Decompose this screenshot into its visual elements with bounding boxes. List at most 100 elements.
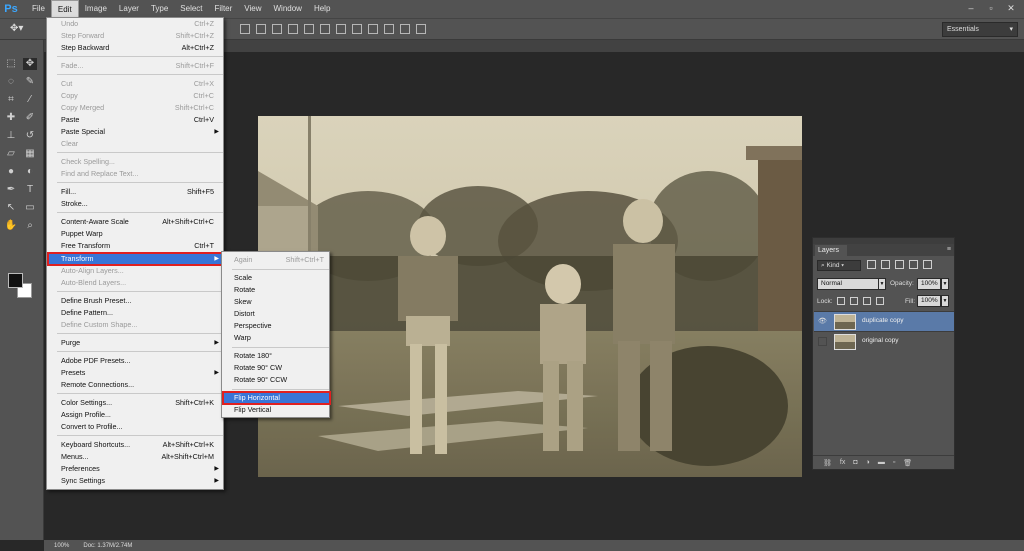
maximize-button[interactable]: ▫ <box>982 2 1000 15</box>
menu-item-fill[interactable]: Fill... Shift+F5 <box>48 186 224 198</box>
menu-item-puppet-warp[interactable]: Puppet Warp <box>48 228 224 240</box>
distribute-hcenter-icon[interactable] <box>400 24 410 34</box>
align-right-icon[interactable] <box>320 24 330 34</box>
menu-item-skew[interactable]: Skew <box>223 296 330 308</box>
menu-select[interactable]: Select <box>174 0 208 18</box>
trash-icon[interactable]: 🗑 <box>903 459 912 467</box>
menu-item-sync-settings[interactable]: Sync Settings ▶ <box>48 475 224 487</box>
menu-file[interactable]: File <box>26 0 51 18</box>
menu-item-convert-profile[interactable]: Convert to Profile... <box>48 421 224 433</box>
lasso-tool-icon[interactable]: ◌ <box>4 76 18 88</box>
align-vcenter-icon[interactable] <box>256 24 266 34</box>
menu-view[interactable]: View <box>238 0 267 18</box>
menu-type[interactable]: Type <box>145 0 174 18</box>
menu-item-find-replace[interactable]: Find and Replace Text... <box>48 168 224 180</box>
menu-item-copy[interactable]: Copy Ctrl+C <box>48 90 224 102</box>
tab-layers[interactable]: Layers <box>815 245 847 256</box>
new-layer-icon[interactable]: ▫ <box>893 459 895 466</box>
crop-tool-icon[interactable]: ⌗ <box>4 94 18 106</box>
move-tool-icon[interactable]: ✥ <box>23 58 37 70</box>
filter-pixel-icon[interactable] <box>867 260 876 269</box>
menu-item-undo[interactable]: Undo Ctrl+Z <box>48 18 224 30</box>
visibility-toggle[interactable] <box>818 337 827 346</box>
menu-item-paste[interactable]: Paste Ctrl+V <box>48 114 224 126</box>
stamp-tool-icon[interactable]: ⊥ <box>4 130 18 142</box>
opacity-input[interactable]: 100% <box>917 278 941 290</box>
menu-item-transform[interactable]: Transform ▶ <box>47 252 225 266</box>
menu-item-purge[interactable]: Purge ▶ <box>48 337 224 349</box>
menu-item-remote-connections[interactable]: Remote Connections... <box>48 379 224 391</box>
distribute-vcenter-icon[interactable] <box>352 24 362 34</box>
fill-chevron-icon[interactable]: ▼ <box>941 295 949 307</box>
zoom-tool-icon[interactable]: ⌕ <box>23 220 37 232</box>
move-tool-preset-icon[interactable]: ✥▾ <box>10 23 36 37</box>
history-brush-icon[interactable]: ↺ <box>23 130 37 142</box>
layer-row-original[interactable]: original copy <box>814 331 954 351</box>
layer-mask-icon[interactable]: ◘ <box>853 459 857 466</box>
menu-item-again[interactable]: Again Shift+Ctrl+T <box>223 254 330 266</box>
shape-tool-icon[interactable]: ▭ <box>23 202 37 214</box>
menu-item-content-aware-scale[interactable]: Content-Aware Scale Alt+Shift+Ctrl+C <box>48 216 224 228</box>
menu-item-flip-horizontal[interactable]: Flip Horizontal <box>222 391 331 405</box>
eyedropper-tool-icon[interactable]: ⁄ <box>23 94 37 106</box>
distribute-left-icon[interactable] <box>384 24 394 34</box>
lock-position-icon[interactable] <box>863 297 871 305</box>
menu-item-pdf-presets[interactable]: Adobe PDF Presets... <box>48 355 224 367</box>
menu-item-free-transform[interactable]: Free Transform Ctrl+T <box>48 240 224 252</box>
menu-image[interactable]: Image <box>79 0 113 18</box>
align-hcenter-icon[interactable] <box>304 24 314 34</box>
quick-select-tool-icon[interactable]: ✎ <box>23 76 37 88</box>
new-group-icon[interactable]: ▬ <box>878 459 885 466</box>
menu-item-keyboard-shortcuts[interactable]: Keyboard Shortcuts... Alt+Shift+Ctrl+K <box>48 439 224 451</box>
menu-item-define-shape[interactable]: Define Custom Shape... <box>48 319 224 331</box>
link-layers-icon[interactable]: ⛓ <box>823 459 832 467</box>
menu-item-distort[interactable]: Distort <box>223 308 330 320</box>
menu-item-rotate-90-ccw[interactable]: Rotate 90° CCW <box>223 374 330 386</box>
layer-style-icon[interactable]: fx <box>840 459 845 466</box>
menu-window[interactable]: Window <box>268 0 308 18</box>
zoom-level[interactable]: 100% <box>54 543 69 549</box>
menu-item-copy-merged[interactable]: Copy Merged Shift+Ctrl+C <box>48 102 224 114</box>
menu-item-rotate[interactable]: Rotate <box>223 284 330 296</box>
menu-item-step-forward[interactable]: Step Forward Shift+Ctrl+Z <box>48 30 224 42</box>
lock-transparency-icon[interactable] <box>837 297 845 305</box>
menu-item-flip-vertical[interactable]: Flip Vertical <box>223 404 330 416</box>
adjustment-layer-icon[interactable]: ◑ <box>866 459 870 466</box>
menu-item-color-settings[interactable]: Color Settings... Shift+Ctrl+K <box>48 397 224 409</box>
menu-item-warp[interactable]: Warp <box>223 332 330 344</box>
pen-tool-icon[interactable]: ✒ <box>4 184 18 196</box>
menu-item-step-backward[interactable]: Step Backward Alt+Ctrl+Z <box>48 42 224 54</box>
filter-smart-object-icon[interactable] <box>923 260 932 269</box>
filter-type-icon[interactable] <box>895 260 904 269</box>
distribute-right-icon[interactable] <box>416 24 426 34</box>
menu-item-menus[interactable]: Menus... Alt+Shift+Ctrl+M <box>48 451 224 463</box>
menu-item-presets[interactable]: Presets ▶ <box>48 367 224 379</box>
menu-edit[interactable]: Edit <box>50 0 79 18</box>
menu-item-auto-align[interactable]: Auto-Align Layers... <box>48 265 224 277</box>
menu-item-perspective[interactable]: Perspective <box>223 320 330 332</box>
opacity-chevron-icon[interactable]: ▼ <box>941 278 949 290</box>
gradient-tool-icon[interactable]: ▦ <box>23 148 37 160</box>
blend-chevron-icon[interactable]: ▼ <box>878 278 886 290</box>
menu-item-paste-special[interactable]: Paste Special ▶ <box>48 126 224 138</box>
eye-icon[interactable]: 👁 <box>818 317 827 326</box>
menu-item-check-spelling[interactable]: Check Spelling... <box>48 156 224 168</box>
menu-layer[interactable]: Layer <box>113 0 145 18</box>
menu-item-scale[interactable]: Scale <box>223 272 330 284</box>
menu-help[interactable]: Help <box>308 0 336 18</box>
layer-row-duplicate[interactable]: 👁 duplicate copy <box>814 311 954 331</box>
align-top-icon[interactable] <box>240 24 250 34</box>
menu-item-assign-profile[interactable]: Assign Profile... <box>48 409 224 421</box>
workspace-select[interactable]: Essentials ▾ <box>942 22 1018 37</box>
minimize-button[interactable]: – <box>962 2 980 15</box>
hand-tool-icon[interactable]: ✋ <box>4 220 18 232</box>
align-bottom-icon[interactable] <box>272 24 282 34</box>
path-select-tool-icon[interactable]: ↖ <box>4 202 18 214</box>
type-tool-icon[interactable]: T <box>23 184 37 196</box>
photo-image[interactable] <box>258 116 802 477</box>
healing-tool-icon[interactable]: ✚ <box>4 112 18 124</box>
menu-item-rotate-90-cw[interactable]: Rotate 90° CW <box>223 362 330 374</box>
distribute-bottom-icon[interactable] <box>368 24 378 34</box>
menu-item-stroke[interactable]: Stroke... <box>48 198 224 210</box>
filter-adjustment-icon[interactable] <box>881 260 890 269</box>
